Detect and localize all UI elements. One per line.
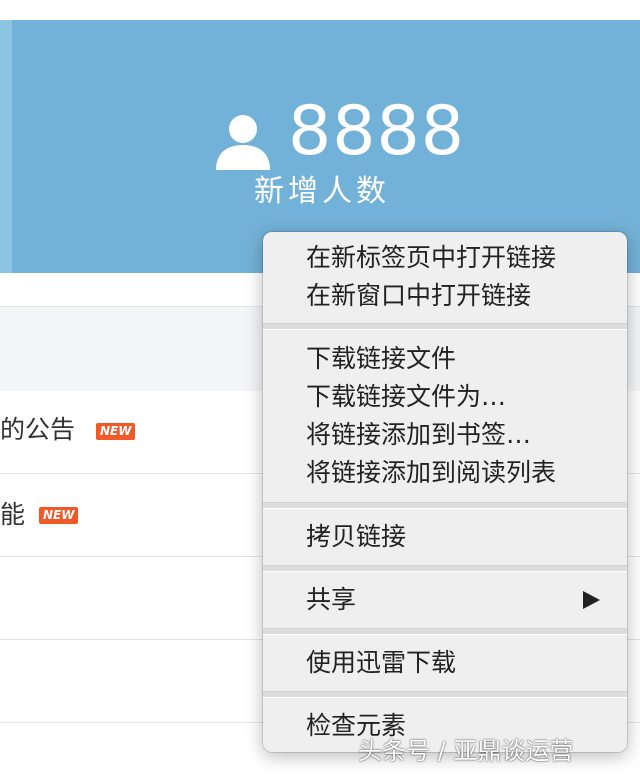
menu-separator — [263, 565, 627, 572]
top-strip — [0, 0, 640, 20]
menu-item-download-file-as[interactable]: 下载链接文件为… — [306, 378, 506, 416]
new-badge: NEW — [96, 423, 136, 440]
stat-value: 8888 — [288, 92, 466, 171]
list-item-text[interactable]: 能 — [0, 498, 25, 532]
banner-edge — [0, 20, 12, 273]
menu-separator — [263, 502, 627, 509]
menu-item-add-bookmark[interactable]: 将链接添加到书签… — [306, 416, 531, 454]
menu-item-copy-link[interactable]: 拷贝链接 — [306, 518, 406, 556]
menu-separator — [263, 323, 627, 330]
menu-item-thunder-download[interactable]: 使用迅雷下载 — [306, 644, 456, 682]
menu-separator — [263, 628, 627, 635]
user-icon — [216, 115, 270, 170]
menu-separator — [263, 691, 627, 698]
triangle-right-icon — [583, 591, 600, 609]
menu-item-share[interactable]: 共享 — [306, 581, 356, 619]
watermark: 头条号 / 亚鼎谈运营 — [358, 737, 574, 765]
new-badge: NEW — [39, 507, 79, 524]
menu-item-open-new-window[interactable]: 在新窗口中打开链接 — [306, 277, 531, 315]
menu-item-open-new-tab[interactable]: 在新标签页中打开链接 — [306, 239, 556, 277]
menu-item-download-file[interactable]: 下载链接文件 — [306, 340, 456, 378]
context-menu: 在新标签页中打开链接 在新窗口中打开链接 下载链接文件 下载链接文件为… 将链接… — [263, 232, 627, 752]
stat-label: 新增人数 — [254, 174, 390, 209]
list-item-text[interactable]: 的公告 — [0, 413, 75, 447]
menu-item-add-reading-list[interactable]: 将链接添加到阅读列表 — [306, 454, 556, 492]
